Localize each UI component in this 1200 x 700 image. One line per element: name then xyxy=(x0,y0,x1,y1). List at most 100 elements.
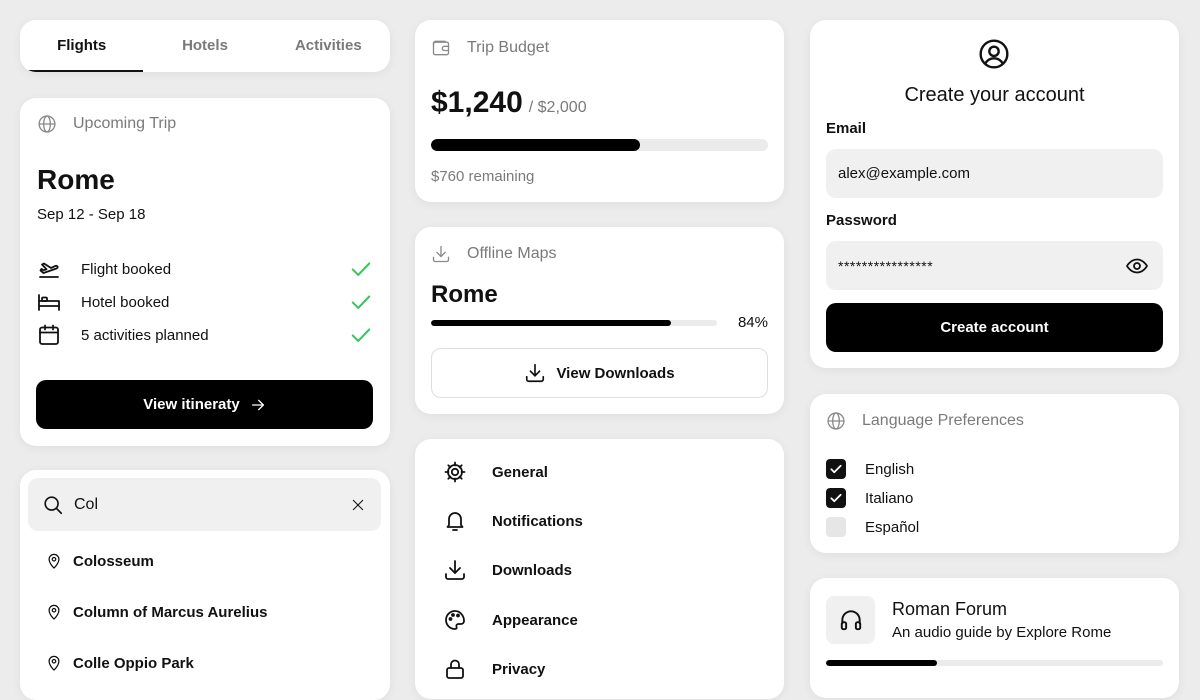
trip-item-activities: 5 activities planned xyxy=(37,321,372,349)
settings-item-label: Downloads xyxy=(492,561,573,579)
budget-progress-bar xyxy=(431,139,768,151)
upcoming-trip-header: Upcoming Trip xyxy=(37,114,176,134)
trip-item-label: 5 activities planned xyxy=(81,326,209,344)
language-option-english[interactable]: English xyxy=(826,459,914,479)
settings-item-downloads[interactable]: Downloads xyxy=(443,558,572,582)
arrow-right-icon xyxy=(250,397,266,413)
view-itinerary-label: View itineraty xyxy=(143,396,240,413)
map-download-progress-bar xyxy=(431,320,717,326)
gear-icon xyxy=(443,460,467,484)
trip-city: Rome xyxy=(37,164,115,195)
email-label: Email xyxy=(826,120,867,137)
map-pin-icon xyxy=(47,654,61,672)
search-result[interactable]: Colle Oppio Park xyxy=(47,654,194,672)
check-icon xyxy=(350,291,372,313)
language-label: Italiano xyxy=(865,489,914,507)
audio-guide-card: Roman Forum An audio guide by Explore Ro… xyxy=(810,578,1179,698)
language-preferences-title: Language Preferences xyxy=(862,412,1024,429)
map-pin-icon xyxy=(47,603,61,621)
create-account-title: Create your account xyxy=(904,84,1085,106)
create-account-label: Create account xyxy=(940,319,1049,336)
view-downloads-button[interactable]: View Downloads xyxy=(431,348,768,398)
password-label: Password xyxy=(826,212,897,229)
settings-item-label: Notifications xyxy=(492,512,583,530)
view-downloads-label: View Downloads xyxy=(556,364,675,382)
offline-map-city: Rome xyxy=(431,281,498,308)
search-result-label: Colosseum xyxy=(73,552,154,570)
offline-maps-header: Offline Maps xyxy=(431,244,557,264)
language-preferences-card: Language Preferences English Italiano Es… xyxy=(810,394,1179,553)
map-download-percent: 84% xyxy=(737,314,768,331)
plane-takeoff-icon xyxy=(37,257,61,281)
tab-flights[interactable]: Flights xyxy=(20,20,144,72)
language-label: English xyxy=(865,460,915,478)
email-field[interactable]: alex@example.com xyxy=(826,149,1163,198)
checkbox-unchecked[interactable] xyxy=(826,517,846,537)
bed-icon xyxy=(37,290,61,314)
password-field[interactable]: **************** xyxy=(826,241,1163,290)
lock-icon xyxy=(443,657,467,681)
globe-icon xyxy=(37,114,57,134)
trip-budget-card: Trip Budget $1,240 / $2,000 $760 remaini… xyxy=(415,20,784,202)
language-preferences-header: Language Preferences xyxy=(826,411,1024,431)
trip-tabs: Flights Hotels Activities xyxy=(20,20,390,72)
trip-item-flight: Flight booked xyxy=(37,255,372,283)
checkbox-checked[interactable] xyxy=(826,488,846,508)
settings-item-label: General xyxy=(492,463,548,481)
tab-hotels[interactable]: Hotels xyxy=(143,20,266,72)
wallet-icon xyxy=(431,38,451,58)
settings-item-privacy[interactable]: Privacy xyxy=(443,657,545,681)
settings-item-appearance[interactable]: Appearance xyxy=(443,608,578,632)
download-icon xyxy=(524,362,546,384)
search-result[interactable]: Column of Marcus Aurelius xyxy=(47,603,267,621)
bell-icon xyxy=(443,509,467,533)
language-option-espanol[interactable]: Español xyxy=(826,517,919,537)
check-icon xyxy=(350,324,372,346)
download-icon xyxy=(443,558,467,582)
close-icon[interactable] xyxy=(351,498,365,512)
email-value: alex@example.com xyxy=(838,165,970,182)
checkbox-checked[interactable] xyxy=(826,459,846,479)
budget-progress-fill xyxy=(431,139,640,151)
upcoming-trip-card: Upcoming Trip Rome Sep 12 - Sep 18 Fligh… xyxy=(20,98,390,446)
audio-progress-fill xyxy=(826,660,938,666)
trip-item-hotel: Hotel booked xyxy=(37,288,372,316)
eye-icon[interactable] xyxy=(1125,254,1149,278)
language-option-italiano[interactable]: Italiano xyxy=(826,488,913,508)
settings-item-notifications[interactable]: Notifications xyxy=(443,509,583,533)
tab-activities[interactable]: Activities xyxy=(267,20,390,72)
trip-budget-header: Trip Budget xyxy=(431,38,549,58)
password-value: **************** xyxy=(838,257,934,274)
trip-item-label: Flight booked xyxy=(81,260,172,278)
globe-icon xyxy=(826,411,846,431)
search-result-label: Colle Oppio Park xyxy=(73,654,194,672)
budget-total: / $2,000 xyxy=(528,99,587,116)
trip-budget-title: Trip Budget xyxy=(467,39,550,56)
view-itinerary-button[interactable]: View itineraty xyxy=(36,380,373,429)
settings-item-general[interactable]: General xyxy=(443,460,548,484)
settings-item-label: Appearance xyxy=(492,611,578,629)
calendar-icon xyxy=(37,323,61,347)
language-label: Español xyxy=(865,518,920,536)
trip-item-label: Hotel booked xyxy=(81,293,170,311)
search-result-label: Column of Marcus Aurelius xyxy=(73,603,268,621)
upcoming-trip-title: Upcoming Trip xyxy=(73,115,177,132)
search-result[interactable]: Colosseum xyxy=(47,552,154,570)
settings-menu-card: General Notifications Downloads Appearan… xyxy=(415,439,784,699)
search-field[interactable]: Col xyxy=(28,478,381,531)
offline-maps-card: Offline Maps Rome 84% View Downloads xyxy=(415,227,784,414)
create-account-card: Create your account Email alex@example.c… xyxy=(810,20,1179,368)
audio-guide-title: Roman Forum xyxy=(892,599,1008,619)
check-icon xyxy=(350,258,372,280)
create-account-button[interactable]: Create account xyxy=(826,303,1163,352)
search-icon xyxy=(42,494,64,516)
map-download-progress-fill xyxy=(431,320,672,326)
search-input[interactable]: Col xyxy=(74,496,351,514)
offline-maps-title: Offline Maps xyxy=(467,245,557,262)
user-circle-icon xyxy=(978,38,1010,70)
audio-thumbnail xyxy=(826,596,875,644)
budget-amount: $1,240 / $2,000 xyxy=(431,86,587,120)
audio-guide-subtitle: An audio guide by Explore Rome xyxy=(892,624,1112,641)
audio-progress-bar[interactable] xyxy=(826,660,1163,666)
place-search-card: Col Colosseum Column of Marcus Aurelius … xyxy=(20,470,390,700)
